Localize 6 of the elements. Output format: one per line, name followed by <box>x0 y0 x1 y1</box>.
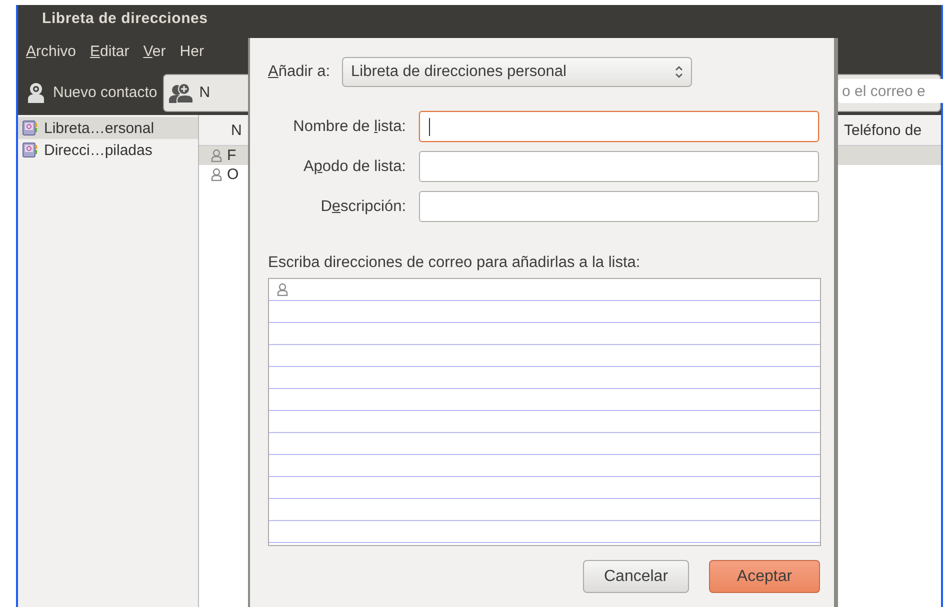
field-label: Descripción: <box>320 198 406 216</box>
field-label: Apodo de lista: <box>302 158 406 176</box>
address-list-label: Escriba direcciones de correo para añadirlas a la lista: <box>268 254 642 272</box>
field-label: Añadir a: <box>268 63 330 81</box>
window-title: Libreta de direcciones <box>42 10 208 27</box>
field-label: Nombre de lista: <box>292 118 406 136</box>
